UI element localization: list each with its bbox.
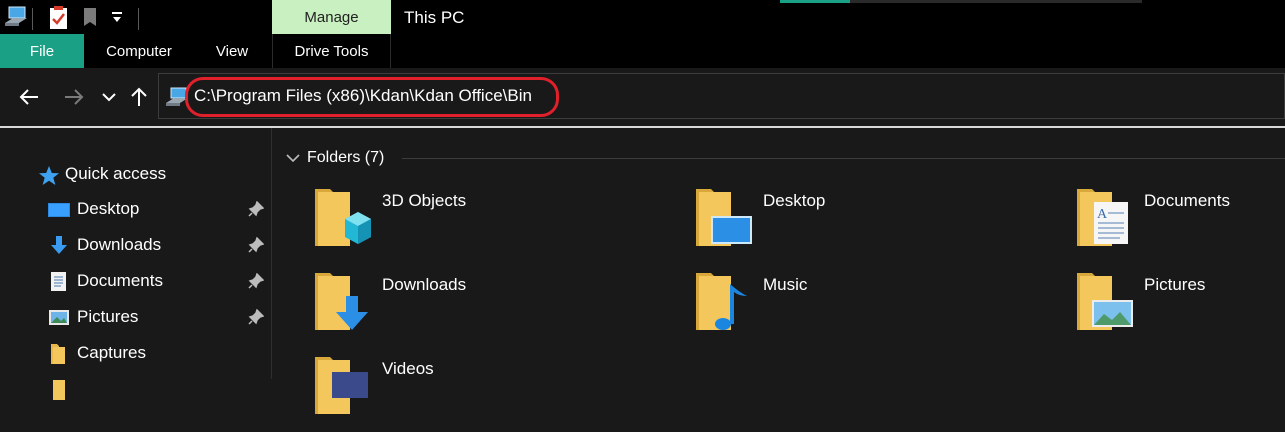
documents-icon: [48, 272, 70, 292]
title-bar: Manage This PC File Computer View Drive …: [0, 0, 1285, 68]
sidebar-item-label: Documents: [77, 271, 163, 290]
address-highlight-outline: [185, 77, 559, 117]
desktop-icon: [48, 200, 70, 220]
group-divider: [402, 158, 1285, 159]
back-button[interactable]: [16, 84, 42, 110]
tab-drive-tools[interactable]: Drive Tools: [272, 34, 391, 68]
svg-text:A: A: [1097, 207, 1108, 222]
tab-file[interactable]: File: [0, 34, 84, 68]
3d-objects-icon: [314, 186, 382, 254]
sidebar-item-label: Downloads: [77, 235, 162, 254]
folder-name: Desktop: [763, 191, 826, 210]
sidebar-item-captures[interactable]: Captures: [0, 336, 271, 370]
sidebar-item-label: Desktop: [77, 199, 140, 218]
sidebar-item-desktop[interactable]: Desktop: [0, 192, 271, 226]
toolbar-separator: [138, 8, 139, 30]
folder-tile-music[interactable]: Music: [695, 270, 1065, 348]
folder-name: Pictures: [1144, 275, 1206, 294]
chevron-down-icon: [102, 93, 116, 102]
sidebar-item-partial[interactable]: [0, 372, 271, 406]
navigation-bar: C:\Program Files (x86)\Kdan\Kdan Office\…: [0, 68, 1285, 128]
forward-button[interactable]: [61, 84, 87, 110]
folder-tile-pictures[interactable]: Pictures: [1076, 270, 1285, 348]
pin-icon[interactable]: [248, 308, 265, 325]
chevron-down-icon[interactable]: [286, 150, 300, 168]
folder-name: 3D Objects: [382, 191, 467, 210]
videos-folder-icon: [314, 354, 382, 422]
pc-icon[interactable]: [4, 6, 28, 33]
content-pane: Folders (7) 3D Objects Desktop A Documen…: [272, 128, 1285, 414]
tab-computer[interactable]: Computer: [94, 34, 184, 68]
folder-icon: [48, 344, 70, 364]
title-strip: [850, 0, 1142, 3]
tab-file-label: File: [29, 42, 55, 60]
folder-tile-downloads[interactable]: Downloads: [314, 270, 684, 348]
documents-folder-icon: A: [1076, 186, 1144, 254]
arrow-up-icon: [131, 87, 147, 106]
pictures-folder-icon: [1076, 270, 1144, 338]
folder-name: Music: [763, 275, 808, 294]
tab-view-label: View: [215, 42, 249, 60]
sidebar-item-pictures[interactable]: Pictures: [0, 300, 271, 334]
folder-icon: [48, 380, 70, 400]
up-button[interactable]: [126, 84, 152, 110]
folder-name: Documents: [1144, 191, 1230, 210]
folder-name: Downloads: [382, 275, 467, 294]
folders-group-header[interactable]: Folders (7): [307, 149, 384, 167]
arrow-left-icon: [19, 89, 38, 105]
folder-tile-videos[interactable]: Videos: [314, 354, 684, 432]
folder-tile-documents[interactable]: A Documents: [1076, 186, 1285, 264]
music-folder-icon: [695, 270, 763, 338]
address-bar[interactable]: C:\Program Files (x86)\Kdan\Kdan Office\…: [158, 73, 1285, 119]
new-folder-icon[interactable]: [82, 6, 100, 33]
tab-computer-label: Computer: [106, 42, 172, 60]
star-icon: [38, 165, 60, 192]
pin-icon[interactable]: [248, 200, 265, 217]
desktop-folder-icon: [695, 186, 763, 254]
tab-view[interactable]: View: [198, 34, 266, 68]
arrow-right-icon: [65, 89, 84, 105]
pin-icon[interactable]: [248, 236, 265, 253]
folder-tile-3d-objects[interactable]: 3D Objects: [314, 186, 684, 264]
sidebar-item-label: Captures: [77, 343, 146, 362]
recent-locations-button[interactable]: [96, 84, 122, 110]
properties-checklist-icon[interactable]: [48, 6, 70, 35]
navigation-pane: Quick access Desktop Downloads Documents…: [0, 128, 272, 400]
downloads-icon: [48, 236, 70, 256]
manage-label: Manage: [304, 8, 359, 26]
tab-drive-tools-label: Drive Tools: [294, 42, 369, 60]
folder-name: Videos: [382, 359, 434, 378]
downloads-folder-icon: [314, 270, 382, 338]
window-title: This PC: [404, 8, 465, 27]
pin-icon[interactable]: [248, 272, 265, 289]
folder-tile-desktop[interactable]: Desktop: [695, 186, 1065, 264]
title-accent-bar: [780, 0, 850, 3]
customize-dropdown-icon[interactable]: [110, 10, 124, 29]
quick-access-label[interactable]: Quick access: [65, 164, 166, 184]
pictures-icon: [48, 308, 70, 328]
manage-context-tab: Manage: [272, 0, 391, 34]
sidebar-item-label: Pictures: [77, 307, 139, 326]
toolbar-separator: [32, 8, 33, 30]
sidebar-item-documents[interactable]: Documents: [0, 264, 271, 298]
sidebar-item-downloads[interactable]: Downloads: [0, 228, 271, 262]
